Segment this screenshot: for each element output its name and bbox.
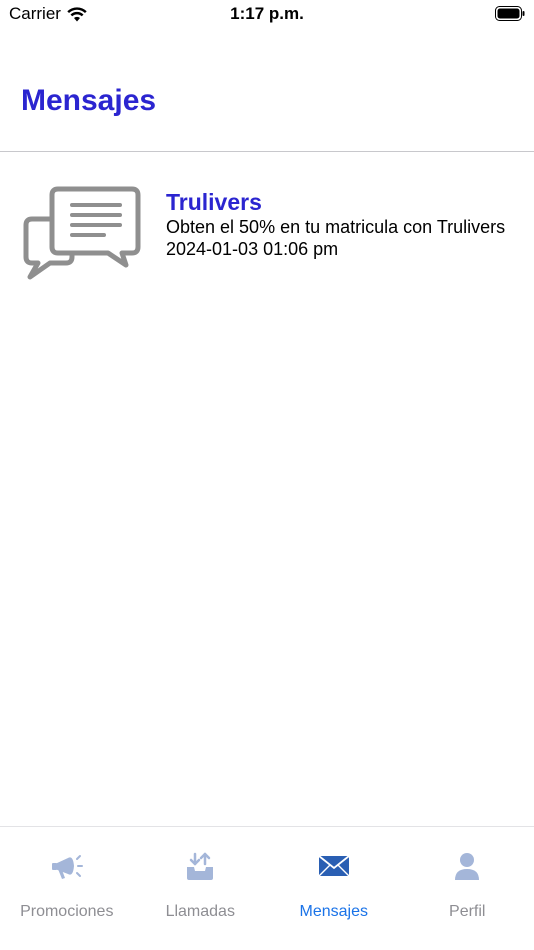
status-time: 1:17 p.m. [230, 4, 304, 23]
tab-mensajes[interactable]: Mensajes [267, 827, 401, 950]
chat-bubbles-icon [23, 186, 141, 280]
tab-bar: Promociones Llamadas Mensajes Perfil [0, 826, 534, 950]
tab-llamadas[interactable]: Llamadas [134, 827, 268, 950]
tab-perfil[interactable]: Perfil [401, 827, 534, 950]
status-bar: Carrier 1:17 p.m. [0, 0, 534, 30]
tab-label: Mensajes [299, 903, 368, 920]
tab-label: Promociones [20, 903, 114, 920]
message-list: Trulivers Obten el 50% en tu matricula c… [0, 153, 534, 293]
screen: Carrier 1:17 p.m. Mensajes Trulivers Obt… [0, 0, 534, 950]
tab-label: Perfil [449, 903, 486, 920]
person-icon [450, 849, 484, 883]
message-date: 2024-01-03 01:06 pm [166, 239, 339, 259]
message-sender: Trulivers [166, 189, 262, 215]
battery-icon [495, 6, 525, 21]
megaphone-icon [50, 849, 84, 883]
inbox-download-icon [183, 849, 217, 883]
message-item[interactable]: Trulivers Obten el 50% en tu matricula c… [0, 153, 534, 293]
message-body: Obten el 50% en tu matricula con Trulive… [166, 217, 506, 237]
page-title: Mensajes [21, 84, 157, 117]
message-text: Trulivers Obten el 50% en tu matricula c… [166, 188, 506, 260]
tab-label: Llamadas [165, 903, 235, 920]
tab-promociones[interactable]: Promociones [0, 827, 134, 950]
envelope-icon [317, 849, 351, 883]
nav-header: Mensajes [0, 60, 534, 152]
